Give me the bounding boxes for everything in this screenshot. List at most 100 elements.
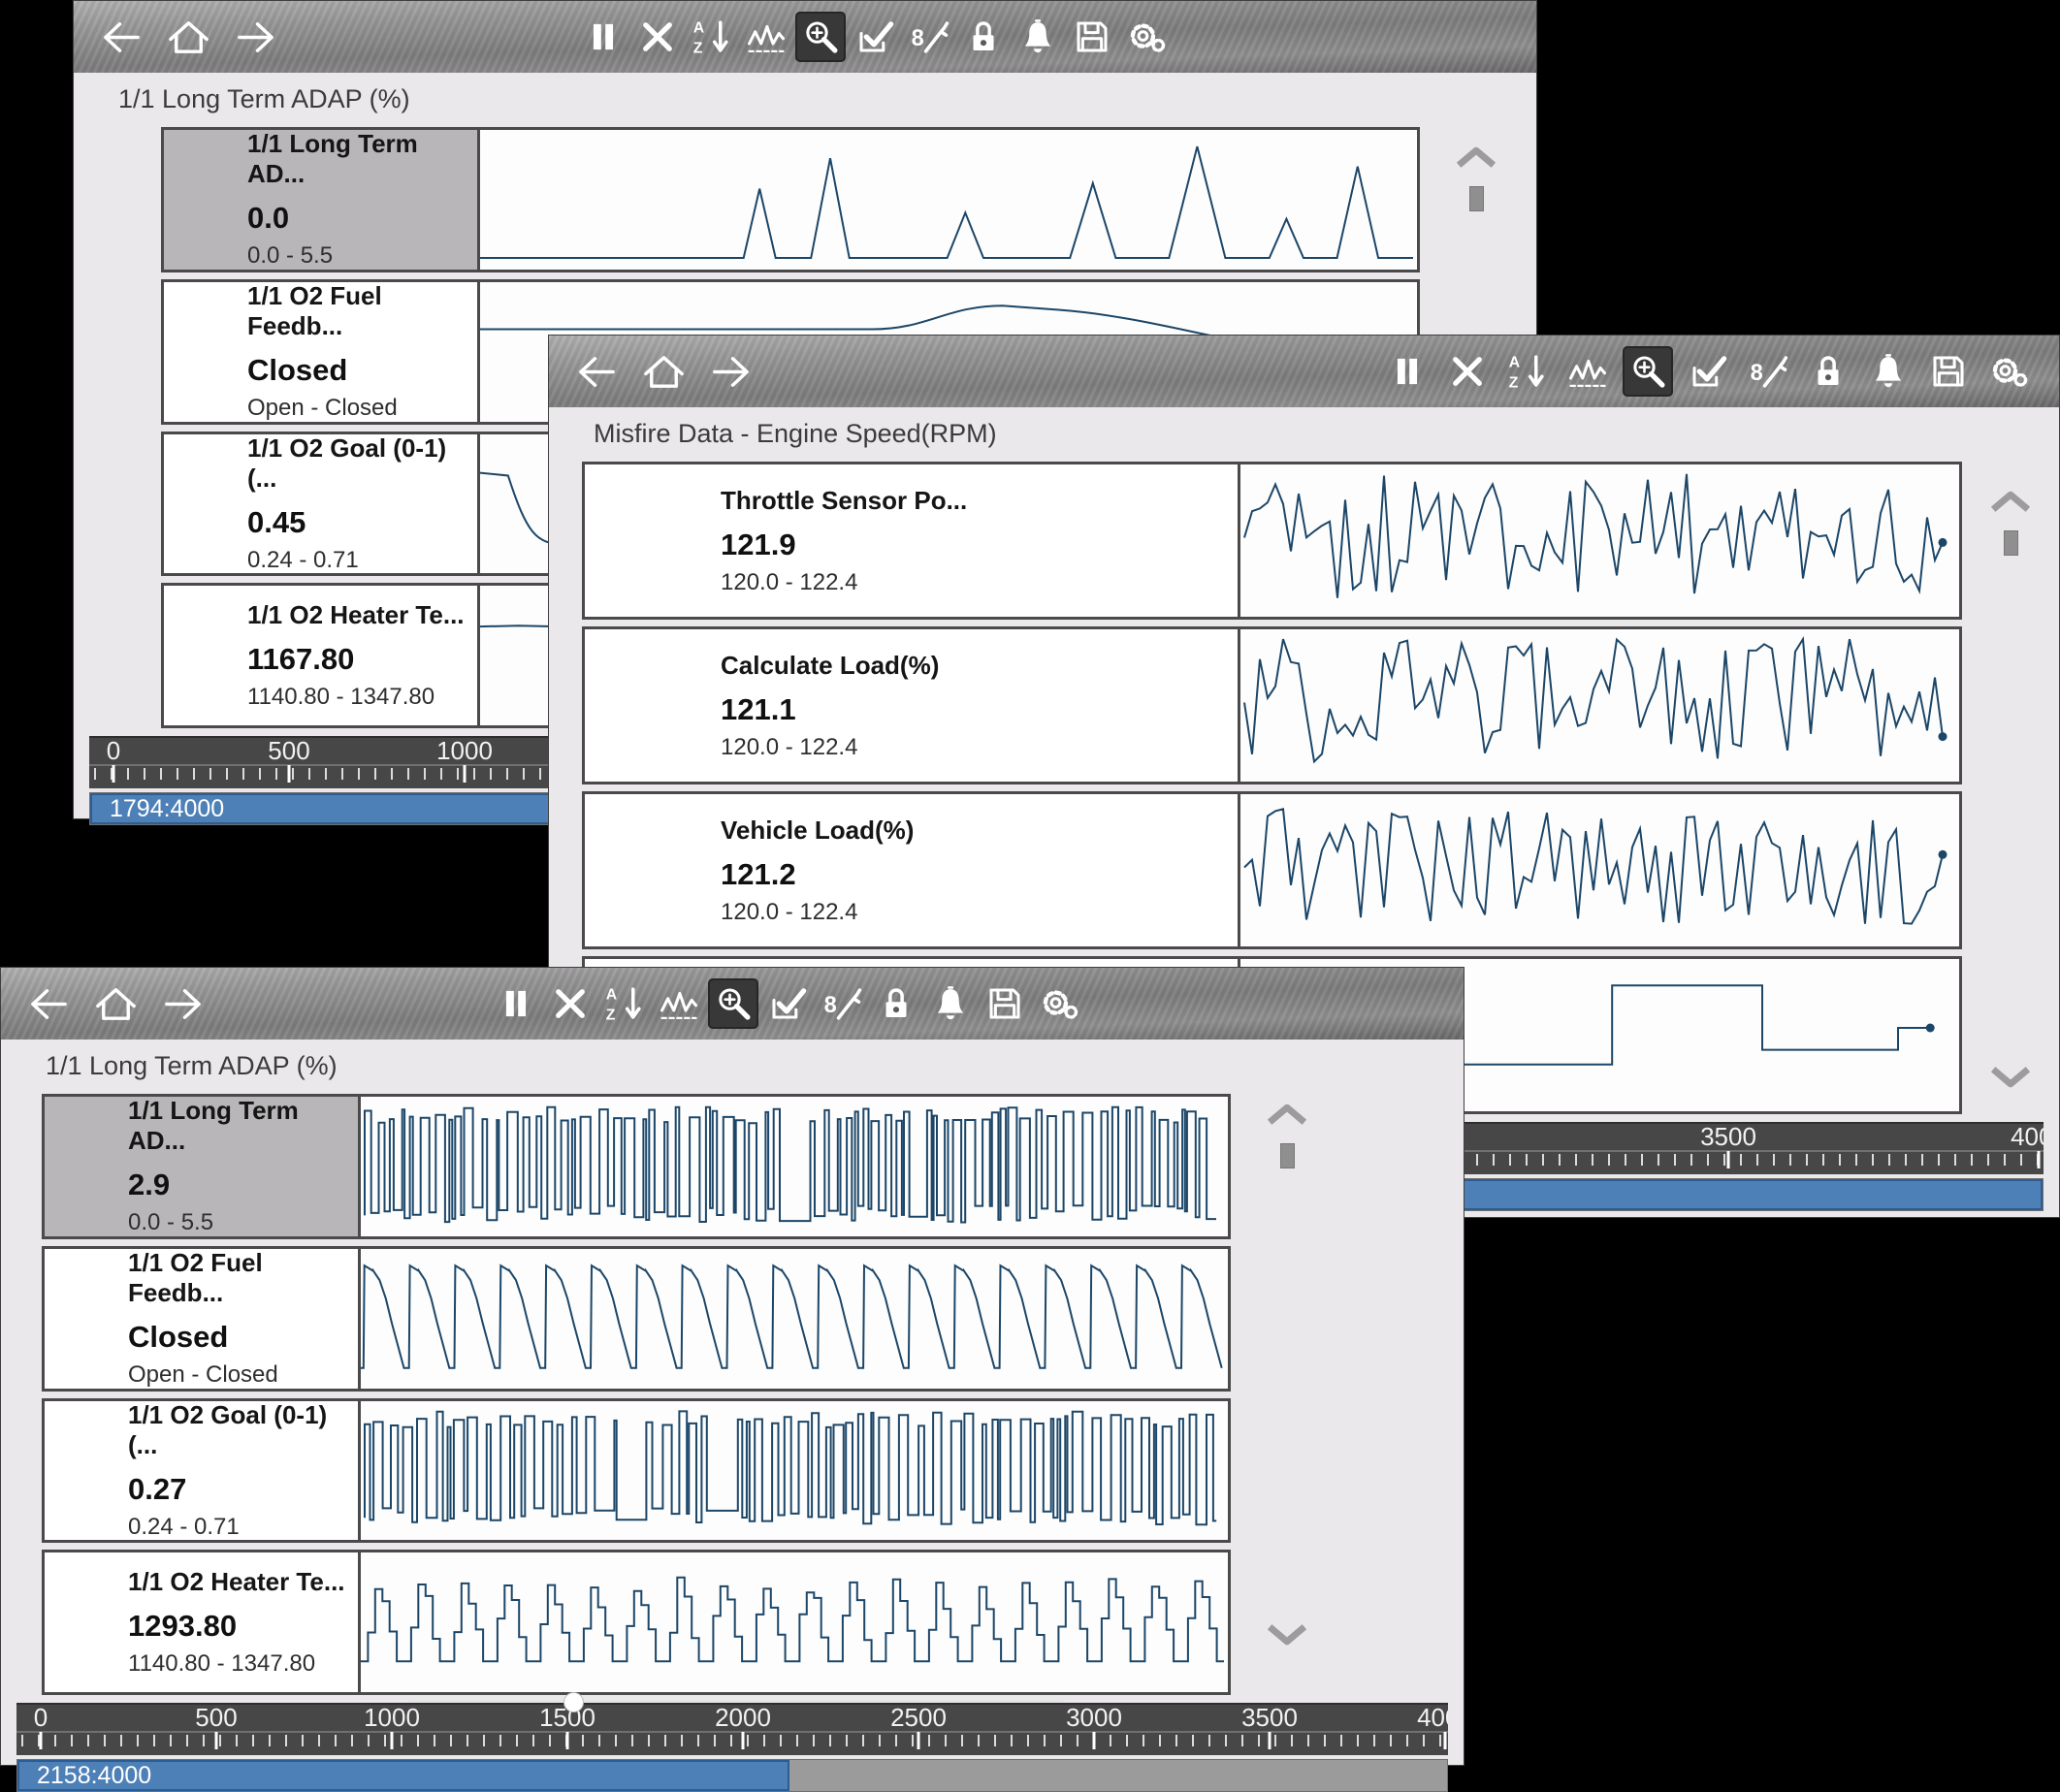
parameter-graph[interactable] [361, 1401, 1228, 1541]
parameter-graph[interactable] [1240, 794, 1959, 946]
parameter-tile[interactable]: Throttle Sensor Po... 121.9 120.0 - 122.… [585, 464, 1240, 617]
parameter-tile[interactable]: Vehicle Load(%) 121.2 120.0 - 122.4 [585, 794, 1240, 946]
back-button[interactable] [570, 346, 621, 397]
parameter-graph[interactable] [480, 130, 1417, 270]
custom-data-button[interactable] [1743, 346, 1793, 397]
confirm-button[interactable] [762, 978, 813, 1029]
custom-data-icon [909, 16, 950, 57]
svg-text:500: 500 [268, 738, 309, 765]
parameter-value: 0.45 [247, 505, 477, 540]
scroll-up-button[interactable] [1989, 491, 2032, 515]
chevron-down-icon [1989, 1067, 2032, 1088]
custom-data-button[interactable] [817, 978, 867, 1029]
scroll-thumb[interactable] [2004, 530, 2018, 556]
parameter-tile[interactable]: 1/1 O2 Fuel Feedb... Closed Open - Close… [45, 1249, 361, 1389]
toolbar [74, 1, 1536, 73]
graph-view-button[interactable] [654, 978, 704, 1029]
parameter-range: Open - Closed [247, 395, 477, 422]
lock-button[interactable] [871, 978, 921, 1029]
settings-button[interactable] [1121, 12, 1172, 62]
timeline-ruler[interactable]: 05001000150020002500300035004000 [16, 1703, 1448, 1755]
parameter-graph[interactable] [361, 1552, 1228, 1692]
svg-text:500: 500 [195, 1705, 237, 1732]
sort-az-icon [692, 16, 732, 57]
parameter-graph[interactable] [1240, 629, 1959, 782]
lock-button[interactable] [958, 12, 1009, 62]
lock-button[interactable] [1803, 346, 1853, 397]
range-scrollbar[interactable]: 2158:4000 [16, 1759, 1448, 1792]
parameter-tile[interactable]: 1/1 Long Term AD... 2.9 0.0 - 5.5 [45, 1097, 361, 1236]
sort-button[interactable] [1502, 346, 1553, 397]
svg-text:1000: 1000 [436, 738, 493, 765]
svg-text:3500: 3500 [1241, 1705, 1298, 1732]
graph-view-button[interactable] [1562, 346, 1613, 397]
alerts-button[interactable] [925, 978, 976, 1029]
close-button[interactable] [632, 12, 683, 62]
settings-button[interactable] [1983, 346, 2034, 397]
back-button[interactable] [22, 978, 73, 1029]
pause-button[interactable] [578, 12, 628, 62]
position-slider-handle[interactable] [563, 1692, 584, 1712]
scroll-thumb[interactable] [1469, 186, 1484, 211]
parameter-tile[interactable]: 1/1 O2 Goal (0-1) (... 0.27 0.24 - 0.71 [45, 1401, 361, 1541]
close-button[interactable] [545, 978, 595, 1029]
forward-arrow-icon [161, 981, 207, 1027]
sort-button[interactable] [599, 978, 650, 1029]
parameter-label: 1/1 O2 Fuel Feedb... [247, 281, 477, 341]
lock-icon [1808, 351, 1849, 392]
forward-button[interactable] [158, 978, 209, 1029]
nav-group [549, 346, 756, 397]
scroll-down-button[interactable] [1989, 1067, 2032, 1091]
save-button[interactable] [1923, 346, 1974, 397]
back-arrow-icon [573, 349, 619, 395]
parameter-tile[interactable]: Calculate Load(%) 121.1 120.0 - 122.4 [585, 629, 1240, 782]
scroll-up-button[interactable] [1266, 1104, 1308, 1128]
save-button[interactable] [980, 978, 1030, 1029]
forward-button[interactable] [231, 12, 281, 62]
confirm-button[interactable] [850, 12, 900, 62]
back-button[interactable] [95, 12, 145, 62]
settings-button[interactable] [1034, 978, 1084, 1029]
home-button[interactable] [638, 346, 689, 397]
parameter-graph[interactable] [361, 1249, 1228, 1389]
pause-button[interactable] [491, 978, 541, 1029]
parameter-tile[interactable]: 1/1 O2 Fuel Feedb... Closed Open - Close… [164, 282, 480, 422]
parameter-tile[interactable]: 1/1 O2 Goal (0-1) (... 0.45 0.24 - 0.71 [164, 434, 480, 574]
scroll-up-button[interactable] [1455, 146, 1497, 171]
home-button[interactable] [90, 978, 141, 1029]
parameter-tile[interactable]: 1/1 Long Term AD... 0.0 0.0 - 5.5 [164, 130, 480, 270]
parameter-row: 1/1 O2 Heater Te... 1293.80 1140.80 - 13… [42, 1550, 1231, 1695]
forward-button[interactable] [706, 346, 756, 397]
parameter-tile[interactable]: 1/1 O2 Heater Te... 1293.80 1140.80 - 13… [45, 1552, 361, 1692]
zoom-icon [800, 16, 841, 57]
alerts-button[interactable] [1863, 346, 1914, 397]
scroll-thumb[interactable] [1280, 1143, 1295, 1168]
parameter-graph[interactable] [1240, 464, 1959, 617]
zoom-button[interactable] [795, 12, 846, 62]
scroll-fill[interactable]: 2158:4000 [17, 1760, 789, 1791]
graph-view-button[interactable] [741, 12, 791, 62]
zoom-icon [713, 983, 754, 1024]
scroll-down-button[interactable] [1266, 1624, 1308, 1648]
custom-data-button[interactable] [904, 12, 954, 62]
parameter-value: 0.0 [247, 201, 477, 236]
save-button[interactable] [1067, 12, 1117, 62]
close-button[interactable] [1442, 346, 1493, 397]
alerts-button[interactable] [1013, 12, 1063, 62]
parameter-range: 1140.80 - 1347.80 [128, 1650, 358, 1678]
pause-button[interactable] [1382, 346, 1432, 397]
zoom-button[interactable] [1623, 346, 1673, 397]
parameter-range: 1140.80 - 1347.80 [247, 684, 477, 711]
position-slider-track[interactable] [408, 1700, 1063, 1703]
chevron-up-icon [1455, 146, 1497, 168]
parameter-graph[interactable] [361, 1097, 1228, 1236]
gear-icon [1988, 351, 2029, 392]
home-button[interactable] [163, 12, 213, 62]
zoom-button[interactable] [708, 978, 758, 1029]
parameter-tile[interactable]: 1/1 O2 Heater Te... 1167.80 1140.80 - 13… [164, 586, 480, 725]
sort-button[interactable] [687, 12, 737, 62]
parameter-row: 1/1 Long Term AD... 2.9 0.0 - 5.5 [42, 1094, 1231, 1239]
confirm-button[interactable] [1683, 346, 1733, 397]
chevron-up-icon [1989, 491, 2032, 512]
parameter-value: 1167.80 [247, 642, 477, 677]
